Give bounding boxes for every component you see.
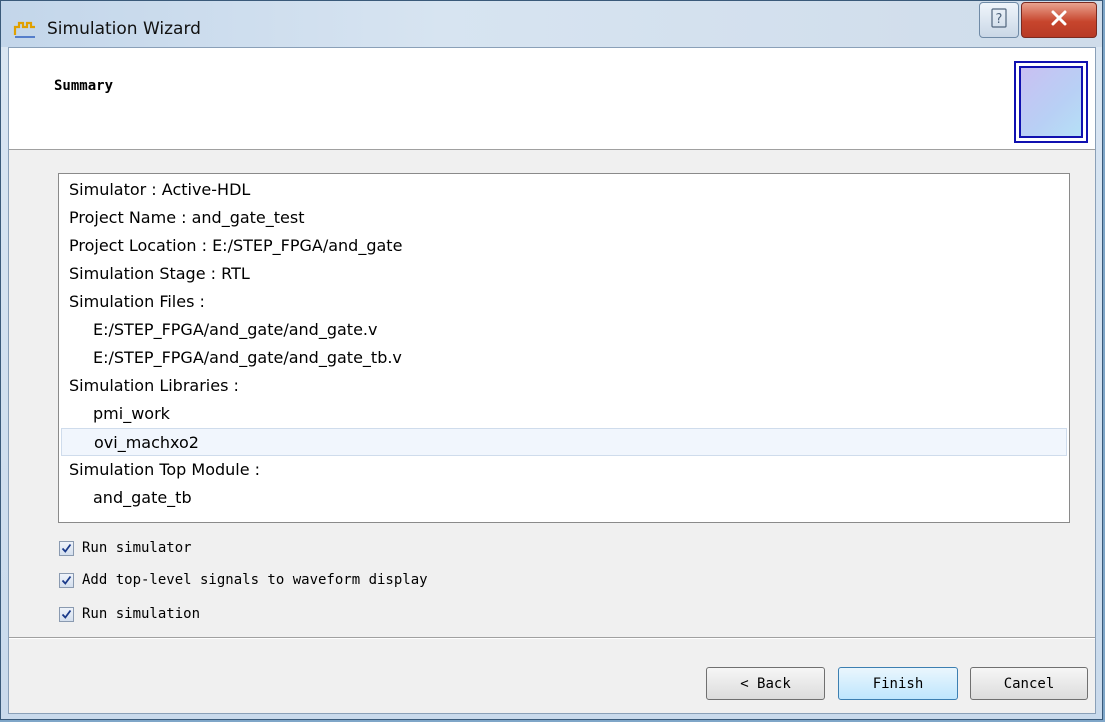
run-simulator-label[interactable]: Run simulator xyxy=(82,540,192,556)
add-signals-checkbox[interactable] xyxy=(59,572,74,588)
list-item[interactable]: Simulator : Active-HDL xyxy=(61,176,1067,204)
checkmark-icon xyxy=(61,575,72,585)
run-simulator-checkbox[interactable] xyxy=(59,540,74,556)
run-simulator-option[interactable]: Run simulator xyxy=(59,537,192,559)
add-signals-option[interactable]: Add top-level signals to waveform displa… xyxy=(59,569,428,591)
window-title: Simulation Wizard xyxy=(47,19,201,39)
list-item[interactable]: Simulation Top Module : xyxy=(61,456,1067,484)
page-title: Summary xyxy=(54,78,114,94)
help-button[interactable]: ? xyxy=(979,2,1019,38)
run-simulation-option[interactable]: Run simulation xyxy=(59,603,200,625)
help-icon: ? xyxy=(991,8,1007,32)
list-item[interactable]: Project Location : E:/STEP_FPGA/and_gate xyxy=(61,232,1067,260)
list-item[interactable]: Simulation Stage : RTL xyxy=(61,260,1067,288)
list-item[interactable]: E:/STEP_FPGA/and_gate/and_gate.v xyxy=(61,316,1067,344)
wizard-graphic-icon xyxy=(1014,61,1088,143)
add-signals-label[interactable]: Add top-level signals to waveform displa… xyxy=(82,572,428,588)
list-item[interactable]: pmi_work xyxy=(61,400,1067,428)
svg-text:?: ? xyxy=(996,12,1003,27)
checkmark-icon xyxy=(61,609,72,619)
wizard-header: Summary xyxy=(9,48,1095,150)
list-item-selected[interactable]: ovi_machxo2 xyxy=(61,428,1067,456)
close-button[interactable] xyxy=(1021,2,1097,38)
run-simulation-label[interactable]: Run simulation xyxy=(82,606,200,622)
list-item[interactable]: E:/STEP_FPGA/and_gate/and_gate_tb.v xyxy=(61,344,1067,372)
simulation-wizard-icon xyxy=(13,21,37,39)
divider xyxy=(9,637,1095,639)
wizard-body: Summary Simulator : Active-HDL Project N… xyxy=(8,47,1096,714)
simulation-wizard-window: Simulation Wizard ? Summary Simulator: … xyxy=(0,0,1103,720)
cancel-button[interactable]: Cancel xyxy=(970,667,1088,700)
list-item[interactable]: Project Name : and_gate_test xyxy=(61,204,1067,232)
back-button[interactable]: < Back xyxy=(706,667,825,700)
finish-button[interactable]: Finish xyxy=(838,667,958,700)
run-simulation-checkbox[interactable] xyxy=(59,606,74,622)
list-item[interactable]: Simulation Files : xyxy=(61,288,1067,316)
list-item[interactable]: and_gate_tb xyxy=(61,484,1067,512)
title-bar[interactable]: Simulation Wizard ? xyxy=(1,1,1102,47)
checkmark-icon xyxy=(61,543,72,553)
close-icon xyxy=(1050,10,1068,30)
summary-list[interactable]: Simulator : Active-HDL Project Name : an… xyxy=(58,173,1070,523)
list-item[interactable]: Simulation Libraries : xyxy=(61,372,1067,400)
